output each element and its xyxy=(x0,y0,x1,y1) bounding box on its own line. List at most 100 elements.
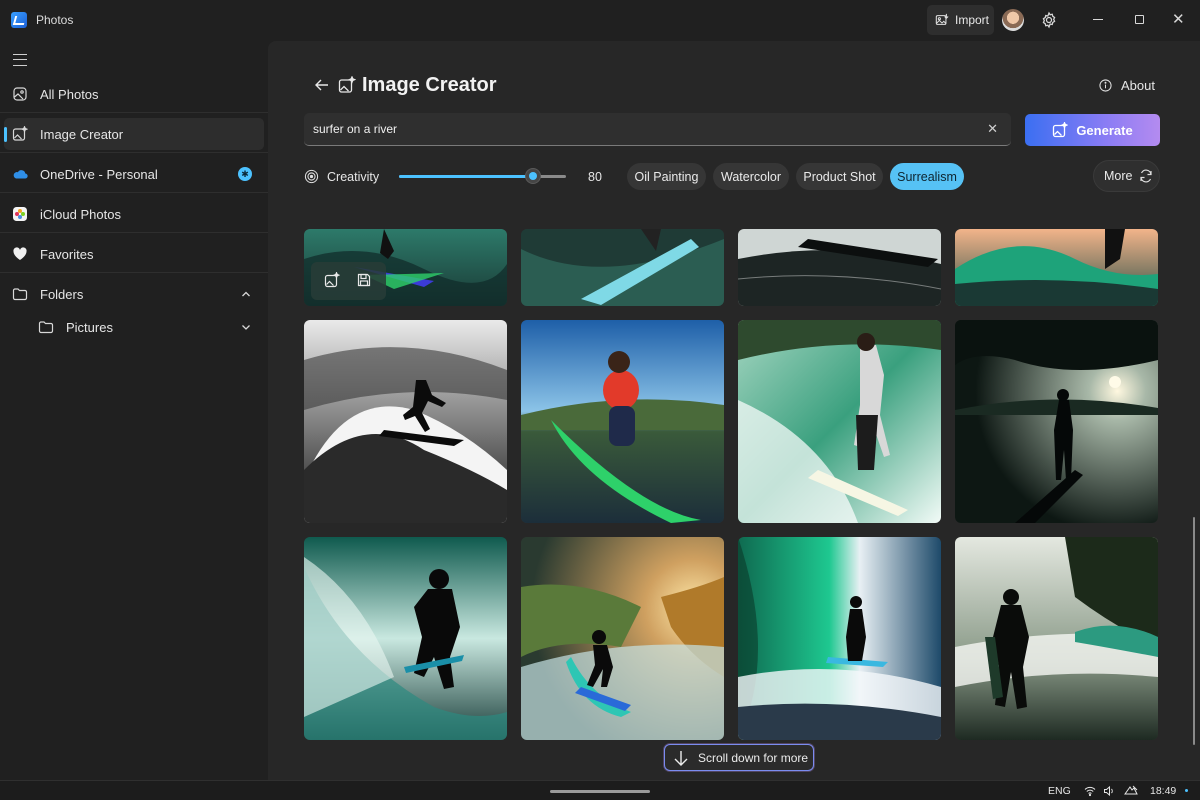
input-language[interactable]: ENG xyxy=(1048,785,1071,797)
surfer-image xyxy=(304,320,507,523)
generated-image[interactable] xyxy=(955,320,1158,523)
surfer-image xyxy=(521,229,724,306)
sidebar-item-image-creator[interactable]: Image Creator xyxy=(4,118,264,150)
surfer-image xyxy=(738,229,941,306)
onedrive-icon xyxy=(13,170,28,179)
creativity-icon xyxy=(304,169,319,184)
sidebar-item-label: Pictures xyxy=(66,319,113,335)
wifi-icon[interactable] xyxy=(1084,785,1096,797)
sidebar-item-label: Image Creator xyxy=(40,126,124,142)
import-label: Import xyxy=(955,13,990,27)
import-button[interactable]: Import xyxy=(927,5,994,35)
surfer-image xyxy=(304,537,507,740)
hamburger-menu-icon[interactable] xyxy=(13,54,27,66)
sidebar-divider xyxy=(0,232,268,233)
surfer-image xyxy=(521,537,724,740)
taskbar-handle[interactable] xyxy=(550,790,650,793)
info-icon xyxy=(1099,79,1112,92)
surfer-image xyxy=(955,229,1158,306)
volume-icon[interactable] xyxy=(1103,785,1115,797)
clock[interactable]: 18:49 xyxy=(1150,785,1176,797)
minimize-button[interactable] xyxy=(1093,19,1103,20)
edit-image-icon[interactable] xyxy=(324,272,340,288)
avatar[interactable] xyxy=(1002,9,1024,31)
sidebar-item-folders[interactable]: Folders xyxy=(4,278,264,310)
all-photos-icon xyxy=(13,87,27,101)
sidebar-divider xyxy=(0,112,268,113)
prompt-field[interactable]: ✕ xyxy=(304,113,1011,146)
folder-icon xyxy=(38,321,54,334)
maximize-button[interactable] xyxy=(1135,15,1144,24)
creativity-label: Creativity xyxy=(327,170,380,184)
page-title: Image Creator xyxy=(362,74,497,96)
sidebar-item-label: Folders xyxy=(40,286,84,302)
scroll-down-for-more-button[interactable]: Scroll down for more xyxy=(664,744,814,771)
sidebar-item-all-photos[interactable]: All Photos xyxy=(4,78,264,110)
style-chip-watercolor[interactable]: Watercolor xyxy=(713,163,789,190)
focus-assist-icon[interactable] xyxy=(1124,785,1138,797)
image-creator-icon xyxy=(1053,122,1069,138)
clear-icon[interactable]: ✕ xyxy=(987,121,998,137)
image-creator-icon xyxy=(338,76,356,93)
gear-icon[interactable] xyxy=(1040,11,1058,29)
photos-app-icon xyxy=(11,12,27,28)
generated-image[interactable] xyxy=(521,320,724,523)
about-button[interactable]: About xyxy=(1099,78,1155,93)
generated-image[interactable] xyxy=(521,229,724,306)
generated-image[interactable] xyxy=(955,229,1158,306)
sidebar-item-icloud-photos[interactable]: iCloud Photos xyxy=(4,198,264,230)
style-chip-surrealism[interactable]: Surrealism xyxy=(890,163,964,190)
about-label: About xyxy=(1121,78,1155,93)
app-title: Photos xyxy=(36,13,74,27)
taskbar: ENG 18:49 xyxy=(0,780,1200,800)
surfer-image xyxy=(955,537,1158,740)
close-window-button[interactable]: ✕ xyxy=(1172,10,1185,28)
style-chip-product-shot[interactable]: Product Shot xyxy=(796,163,883,190)
sync-status-badge: ✱ xyxy=(238,167,252,181)
prompt-input[interactable] xyxy=(313,119,973,139)
sidebar-divider xyxy=(0,272,268,273)
sidebar-item-label: Favorites xyxy=(40,246,94,262)
generated-image[interactable] xyxy=(304,537,507,740)
more-styles-button[interactable]: More xyxy=(1093,160,1160,192)
import-icon xyxy=(935,13,949,25)
creativity-slider[interactable] xyxy=(399,168,566,184)
generate-label: Generate xyxy=(1076,122,1133,138)
creativity-value: 80 xyxy=(588,170,602,184)
surfer-image xyxy=(738,320,941,523)
sidebar-item-label: iCloud Photos xyxy=(40,206,121,222)
icloud-photos-icon xyxy=(13,207,27,221)
slider-thumb[interactable] xyxy=(524,168,541,184)
more-label: More xyxy=(1104,169,1133,183)
back-arrow-icon[interactable] xyxy=(313,76,331,94)
chevron-down-icon[interactable] xyxy=(240,321,252,333)
style-chip-oil-painting[interactable]: Oil Painting xyxy=(627,163,706,190)
surfer-image xyxy=(738,537,941,740)
image-actions-overlay xyxy=(311,262,386,300)
generated-image[interactable] xyxy=(955,537,1158,740)
surfer-image xyxy=(521,320,724,523)
sidebar-item-onedrive[interactable]: OneDrive - Personal ✱ xyxy=(4,158,264,190)
sidebar-item-label: All Photos xyxy=(40,86,99,102)
sidebar-divider xyxy=(0,152,268,153)
arrow-down-icon xyxy=(674,750,688,766)
refresh-icon xyxy=(1140,169,1153,183)
sidebar-item-label: OneDrive - Personal xyxy=(40,166,158,182)
generated-image[interactable] xyxy=(304,320,507,523)
chevron-up-icon[interactable] xyxy=(240,288,252,300)
scroll-hint-label: Scroll down for more xyxy=(698,750,809,765)
generated-image[interactable] xyxy=(738,537,941,740)
heart-icon xyxy=(13,247,27,260)
generate-button[interactable]: Generate xyxy=(1025,114,1160,146)
generated-image[interactable] xyxy=(738,320,941,523)
image-creator-icon xyxy=(12,126,28,141)
generated-image[interactable] xyxy=(521,537,724,740)
sidebar-item-pictures[interactable]: Pictures xyxy=(4,311,264,343)
surfer-image xyxy=(955,320,1158,523)
sidebar-item-favorites[interactable]: Favorites xyxy=(4,238,264,270)
slider-fill xyxy=(399,175,533,178)
vertical-scrollbar[interactable] xyxy=(1193,517,1195,745)
folder-icon xyxy=(12,288,28,301)
save-icon[interactable] xyxy=(356,272,372,288)
generated-image[interactable] xyxy=(738,229,941,306)
